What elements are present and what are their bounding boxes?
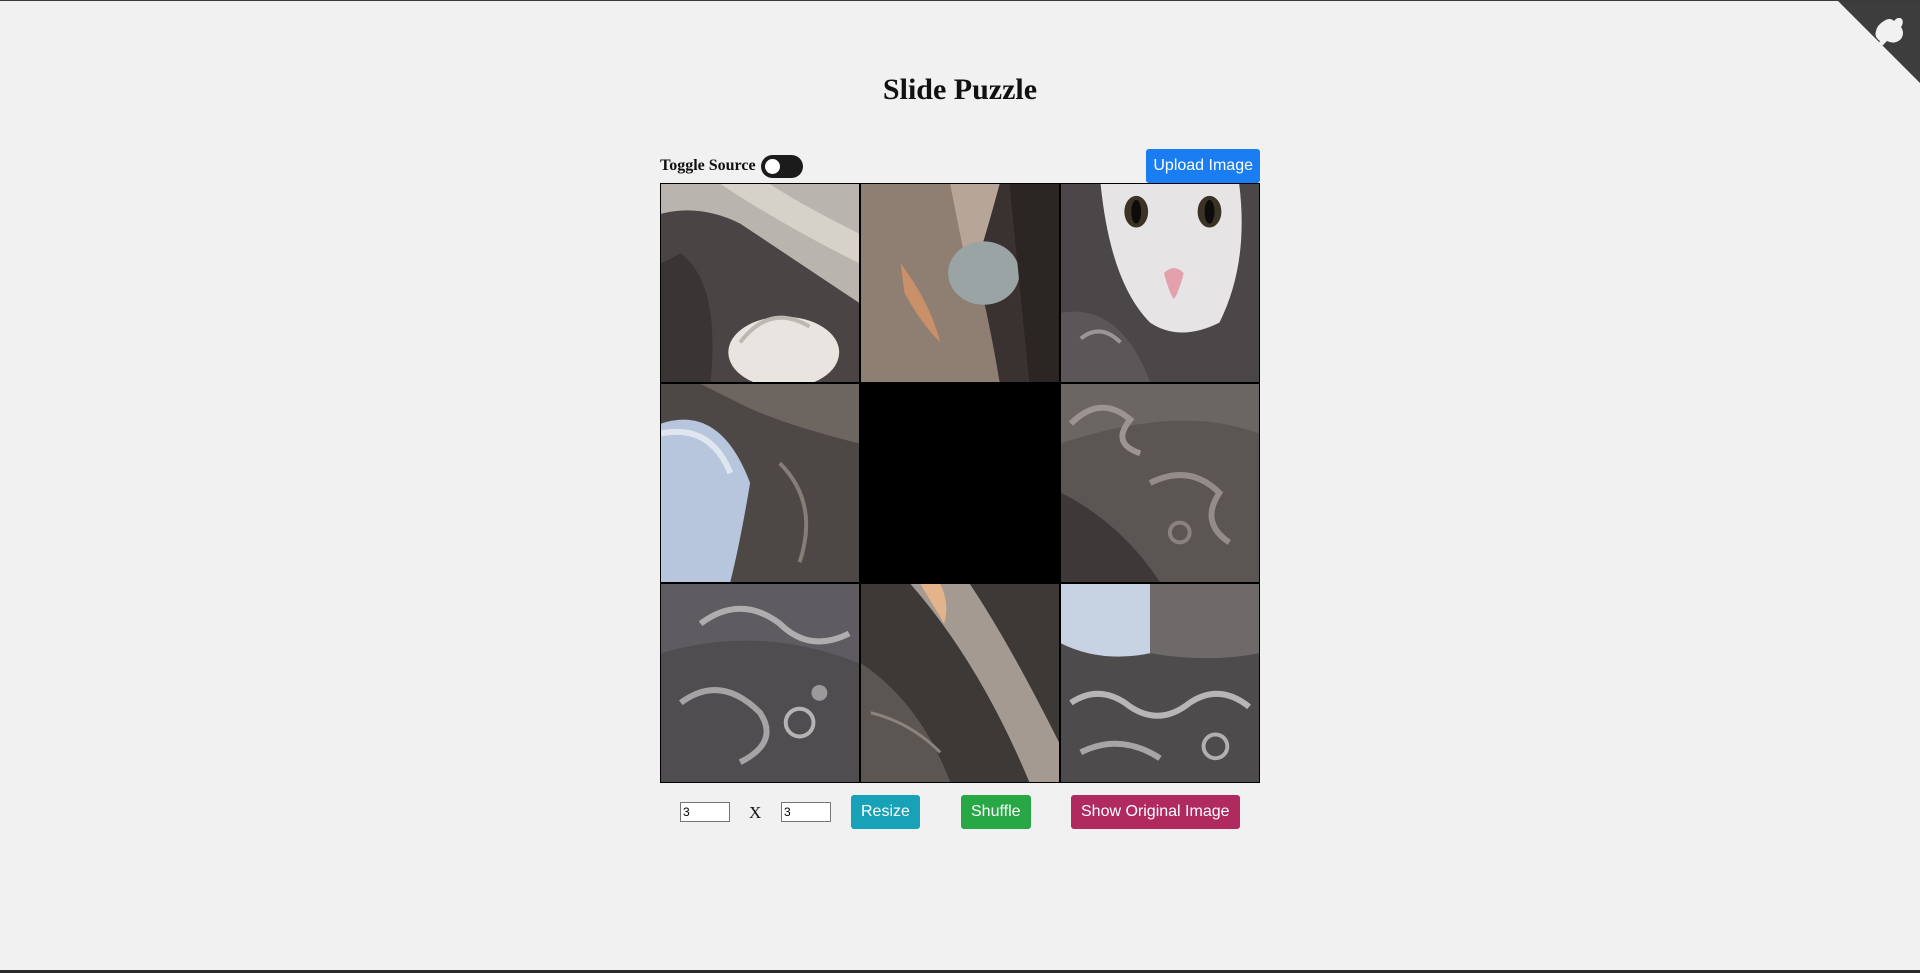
controls-bar: X Resize Shuffle Show Original Image xyxy=(660,795,1260,831)
toolbar: Toggle Source Upload Image xyxy=(660,149,1260,183)
puzzle-tile[interactable] xyxy=(1061,584,1259,782)
page-title: Slide Puzzle xyxy=(882,73,1038,106)
github-octocat-corner-icon xyxy=(1838,1,1920,83)
page: Slide Puzzle Toggle Source Upload Image xyxy=(0,0,1920,973)
toggle-source-switch[interactable] xyxy=(761,155,803,178)
resize-button[interactable]: Resize xyxy=(851,795,920,829)
github-corner-link[interactable] xyxy=(1838,1,1920,83)
puzzle-tile-empty xyxy=(861,384,1059,582)
puzzle-tile[interactable] xyxy=(661,584,859,782)
puzzle-tile[interactable] xyxy=(1061,184,1259,382)
toggle-source-label: Toggle Source xyxy=(660,157,756,174)
puzzle-tile[interactable] xyxy=(661,384,859,582)
upload-image-button[interactable]: Upload Image xyxy=(1146,149,1260,183)
puzzle-tile[interactable] xyxy=(1061,384,1259,582)
shuffle-button[interactable]: Shuffle xyxy=(961,795,1031,829)
show-original-image-button[interactable]: Show Original Image xyxy=(1071,795,1240,829)
dimension-separator: X xyxy=(749,803,762,822)
cols-input[interactable] xyxy=(781,802,831,822)
puzzle-tile[interactable] xyxy=(661,184,859,382)
puzzle-tile[interactable] xyxy=(861,184,1059,382)
rows-input[interactable] xyxy=(680,802,730,822)
puzzle-board xyxy=(660,183,1260,783)
switch-knob xyxy=(765,159,780,174)
puzzle-tile[interactable] xyxy=(861,584,1059,782)
